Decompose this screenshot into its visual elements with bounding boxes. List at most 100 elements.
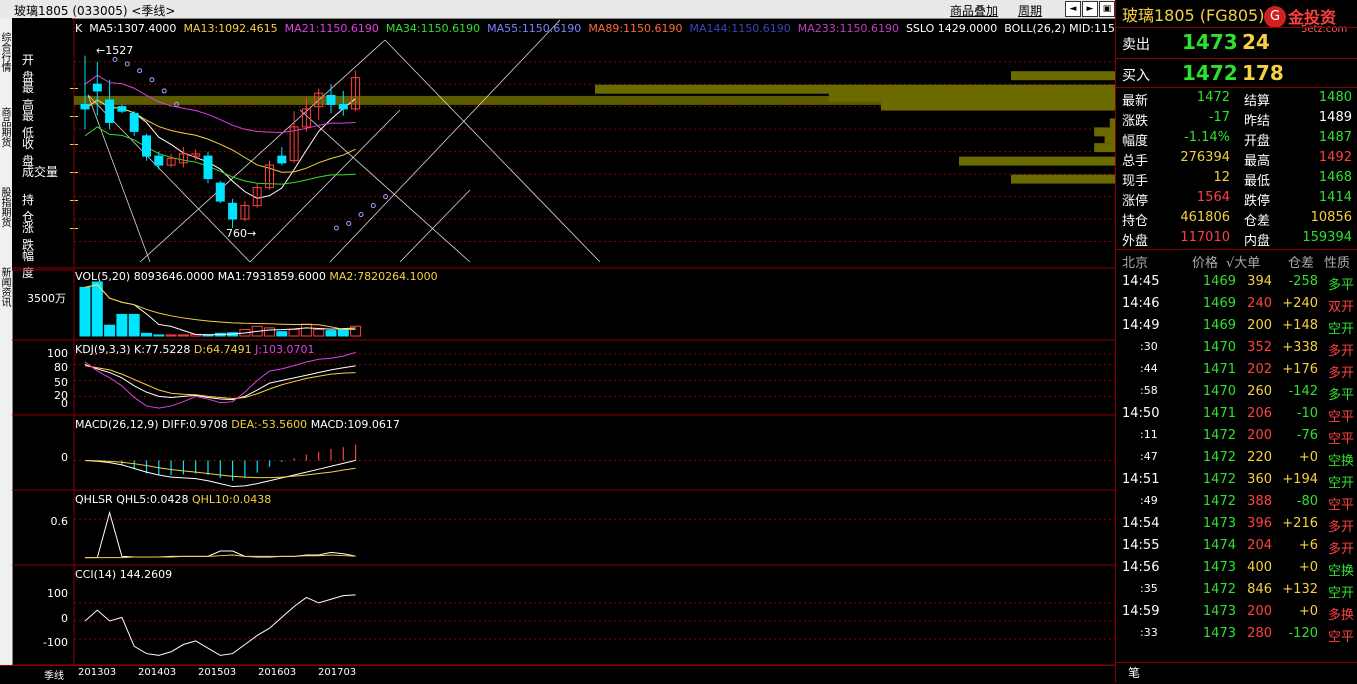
tick-nature: 空开 [1327,322,1354,337]
cci-line [84,594,356,656]
kdj-d-line [84,365,356,400]
kdj-j: J:103.0701 [255,343,315,356]
stat-value: 276394 [1180,150,1230,165]
tick-oi-change: +0 [1298,450,1318,465]
ma5-value: MA5:1307.4000 [89,22,177,35]
trend-line [139,39,386,263]
xtick-201503: 201503 [198,667,237,678]
stat-label: 外盘 [1122,234,1149,249]
candle-body [80,103,90,110]
tick-oi-change: -76 [1296,428,1318,443]
tick-price: 1473 [1202,560,1236,575]
tick-time: :47 [1140,450,1158,463]
qhlsr-q5: QHL5:0.0428 [116,493,189,506]
volume-bar [325,330,337,337]
candle-body [338,103,348,110]
tick-oi-change: +176 [1282,362,1318,377]
tick-volume: 846 [1247,582,1272,597]
kdj-k-line [84,364,356,401]
tick-price: 1472 [1202,494,1236,509]
tick-oi-change: +6 [1298,538,1318,553]
tick-time: 14:59 [1122,604,1160,619]
k-label: K [75,22,83,35]
volume-bar [177,334,189,337]
ma34-line [84,126,356,185]
trend-line [384,39,601,263]
xtick-201403: 201403 [138,667,177,678]
quote-panel: 玻璃1805 (FG805) G 金投资 5etz.com 卖出 1473 24… [1115,0,1357,683]
tick-price: 1472 [1202,472,1236,487]
stat-value: 1468 [1318,170,1352,185]
stat-value: 1487 [1318,130,1352,145]
tick-oi-change: +132 [1282,582,1318,597]
macd-header: MACD(26,12,9) DIFF:0.9708 DEA:-53.5600 M… [75,418,400,431]
stat-value: 1472 [1196,90,1230,105]
stat-value: 1564 [1196,190,1230,205]
volume-bar [300,323,312,337]
candle-body [203,155,213,180]
kdj-name: KDJ(9,3,3) [75,343,131,356]
tick-oi-change: +0 [1298,604,1318,619]
tick-volume: 206 [1247,406,1272,421]
tick-time: 14:46 [1122,296,1160,311]
tick-price: 1473 [1202,626,1236,641]
tick-nature: 多换 [1327,608,1354,623]
tick-price: 1472 [1202,450,1236,465]
tick-price: 1472 [1202,582,1236,597]
sar-dot [124,61,130,67]
tick-nature: 多开 [1327,366,1354,381]
candle-body [142,135,151,157]
ticks-header-price: 价格 [1192,256,1219,271]
tick-time: 14:55 [1122,538,1160,553]
tick-price: 1472 [1202,428,1236,443]
stat-value: 1489 [1318,110,1352,125]
tab-trade-detail[interactable]: 笔 [1128,664,1140,681]
macd-axis-0: 0 [61,451,68,464]
kdj-axis-50: 50 [54,376,68,389]
tick-nature: 空平 [1327,410,1354,425]
price-band [74,95,1115,105]
stat-label: 总手 [1122,154,1149,169]
tick-oi-change: -120 [1288,626,1318,641]
stat-value: 117010 [1180,230,1230,245]
tick-oi-change: -10 [1296,406,1318,421]
tick-volume: 200 [1247,604,1272,619]
tick-time: 14:51 [1122,472,1160,487]
tick-nature: 空平 [1327,498,1354,513]
volume-bar [153,334,165,337]
stat-label: 最高 [1244,154,1271,169]
tick-time: 14:45 [1122,274,1160,289]
tick-oi-change: +194 [1282,472,1318,487]
tick-price: 1474 [1202,538,1236,553]
ticks-header-volume[interactable]: √大单 [1226,252,1260,271]
contract-title: 玻璃1805 (FG805) [1122,6,1265,25]
tick-time: :35 [1140,582,1158,595]
tick-nature: 多平 [1327,388,1354,403]
tick-nature: 双开 [1327,300,1354,315]
cci-header: CCI(14) 144.2609 [75,568,172,581]
vol-ma1: MA1:7931859.6000 [217,270,326,283]
volume-profile-bar [959,156,1115,166]
candle-body [92,83,102,92]
divider [1116,87,1357,88]
vol-name: VOL(5,20) [75,270,131,283]
buy-price: 1472 [1182,61,1238,85]
tick-volume: 360 [1247,472,1272,487]
tick-oi-change: -258 [1288,274,1318,289]
divider [1116,27,1357,28]
stat-value: -17 [1208,110,1230,125]
tick-nature: 空平 [1327,432,1354,447]
kdj-axis-80: 80 [54,361,68,374]
candle-body [117,106,127,112]
logo-subtext: 5etz.com [1301,24,1348,35]
period-label[interactable]: 季线 [44,667,64,682]
qhlsr-name: QHLSR [75,493,113,506]
vol-value: 8093646.0000 [133,270,215,283]
tick-nature: 多开 [1327,520,1354,535]
volume-bar [116,313,128,337]
high-price-text: 1527 [105,44,134,57]
high-price-marker: ←1527 [96,44,134,57]
volume-bar [104,324,116,337]
stat-value: 10856 [1310,210,1352,225]
candle-body [129,112,139,132]
